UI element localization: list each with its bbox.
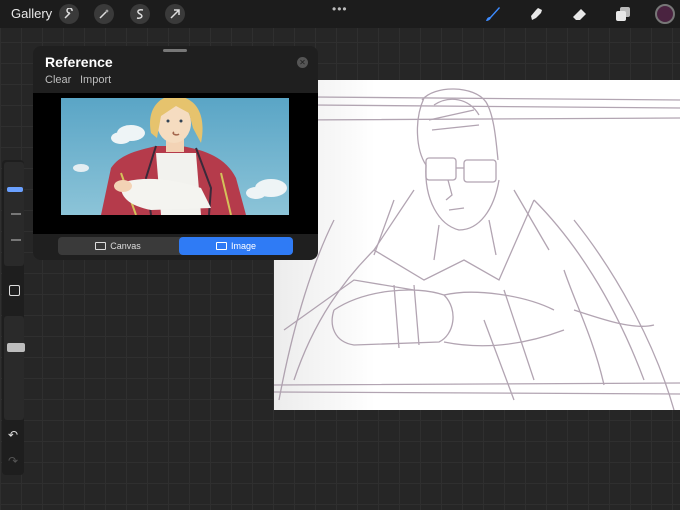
more-options-icon[interactable]: •••: [332, 2, 348, 16]
top-toolbar: Gallery •••: [0, 0, 680, 28]
modify-square-button[interactable]: [9, 285, 20, 296]
color-picker-swatch[interactable]: [655, 4, 675, 24]
panel-grabber[interactable]: [163, 49, 187, 52]
brush-icon[interactable]: [484, 5, 502, 23]
opacity-slider[interactable]: [4, 316, 25, 420]
canvas-icon: [95, 242, 107, 250]
gallery-button[interactable]: Gallery: [11, 6, 52, 21]
undo-icon[interactable]: ↶: [8, 428, 18, 442]
redo-icon[interactable]: ↷: [8, 454, 18, 468]
drawing-canvas[interactable]: [273, 80, 680, 411]
tab-image-label: Image: [230, 241, 256, 251]
reference-image-area: [33, 93, 318, 234]
import-button[interactable]: Import: [80, 74, 111, 86]
tab-canvas[interactable]: Canvas: [58, 237, 178, 255]
transform-arrow-icon[interactable]: [165, 4, 185, 24]
brush-size-thumb[interactable]: [7, 187, 23, 192]
wrench-icon[interactable]: [59, 4, 79, 24]
eraser-icon[interactable]: [571, 5, 589, 23]
left-sidebar: ↶ ↷: [2, 160, 25, 475]
layers-icon[interactable]: [614, 5, 632, 23]
clear-button[interactable]: Clear: [45, 74, 71, 86]
opacity-thumb[interactable]: [7, 343, 25, 352]
magic-wand-icon[interactable]: [94, 4, 114, 24]
panel-title: Reference: [45, 54, 113, 70]
tab-image[interactable]: Image: [179, 237, 293, 255]
selection-s-icon[interactable]: [130, 4, 150, 24]
slider-tick: [11, 239, 21, 241]
tab-canvas-label: Canvas: [110, 241, 141, 251]
reference-image: [61, 98, 289, 215]
close-icon[interactable]: ✕: [297, 57, 308, 68]
smudge-icon[interactable]: [528, 5, 546, 23]
slider-tick: [11, 213, 21, 215]
sketch-drawing: [273, 80, 680, 411]
reference-mode-toggle: Canvas Image: [58, 237, 293, 255]
reference-panel: Reference ✕ Clear Import Canvas Image: [33, 46, 318, 260]
brush-size-slider[interactable]: [4, 162, 24, 266]
image-icon: [215, 242, 227, 250]
